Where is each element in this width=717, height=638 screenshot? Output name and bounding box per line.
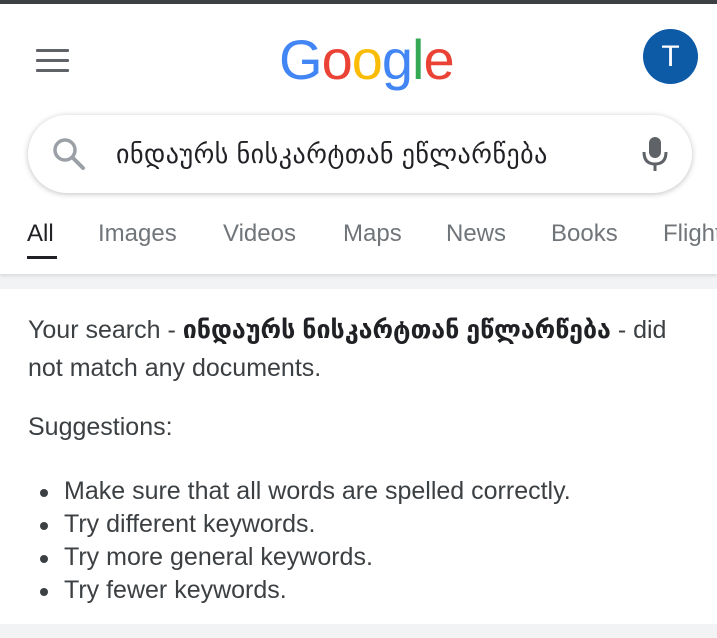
hamburger-icon (36, 49, 69, 52)
tab-news[interactable]: News (446, 220, 506, 264)
hamburger-icon-bar (36, 69, 69, 72)
no-results-message: Your search - ინდაურს ნისკარტთან ეწლარწე… (28, 311, 698, 387)
logo-letter: g (381, 28, 413, 91)
google-logo[interactable]: Google (279, 28, 455, 92)
tab-maps[interactable]: Maps (343, 220, 402, 264)
microphone-icon[interactable] (640, 135, 670, 173)
logo-letter: G (279, 28, 323, 91)
suggestion-item: Try more general keywords. (28, 541, 571, 574)
logo-letter: o (321, 28, 353, 91)
search-box[interactable]: ინდაურს ნისკარტთან ეწლარწება (28, 115, 692, 193)
account-avatar[interactable]: T (643, 29, 698, 84)
query-echo: ინდაურს ნისკარტთან ეწლარწება (182, 316, 611, 344)
search-icon[interactable] (52, 137, 86, 171)
suggestion-item: Make sure that all words are spelled cor… (28, 475, 571, 508)
no-results-card: Your search - ინდაურს ნისკარტთან ეწლარწე… (0, 289, 717, 624)
suggestions-list: Make sure that all words are spelled cor… (28, 475, 571, 607)
suggestion-item: Try fewer keywords. (28, 574, 571, 607)
tab-books[interactable]: Books (551, 220, 618, 264)
logo-letter: o (351, 28, 383, 91)
search-header: Google T ინდაურს ნისკარტთან ეწლარწება Al… (0, 4, 717, 274)
search-tabs: All Images Videos Maps News Books Flight… (0, 220, 717, 270)
tab-images[interactable]: Images (98, 220, 177, 264)
tab-videos[interactable]: Videos (223, 220, 296, 264)
hamburger-icon-bar (36, 59, 69, 62)
logo-letter: l (412, 28, 424, 91)
suggestion-item: Try different keywords. (28, 508, 571, 541)
search-input[interactable]: ინდაურს ნისკარტთან ეწლარწება (116, 115, 548, 193)
active-tab-indicator (27, 256, 57, 259)
logo-letter: e (423, 28, 454, 91)
suggestions-title: Suggestions: (28, 413, 173, 441)
menu-button[interactable] (36, 48, 70, 74)
tab-flights[interactable]: Flights (663, 220, 717, 264)
message-prefix: Your search - (28, 316, 183, 344)
